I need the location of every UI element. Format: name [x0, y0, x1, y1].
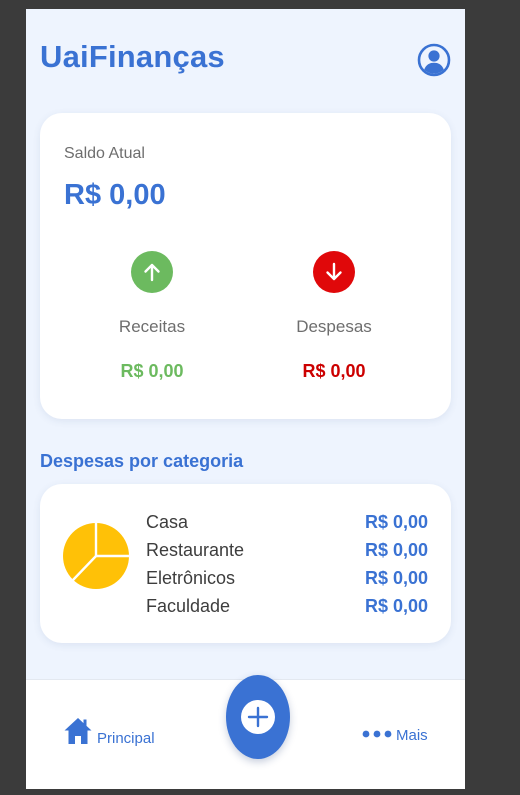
category-value: R$ 0,00: [364, 596, 428, 616]
category-name: Restaurante: [146, 540, 245, 560]
category-value: R$ 0,00: [364, 512, 428, 532]
header: UaiFinanças: [26, 9, 465, 109]
plus-icon: [247, 706, 269, 728]
balance-label: Saldo Atual: [64, 145, 145, 162]
balance-value: R$ 0,00: [64, 179, 166, 211]
category-row[interactable]: Casa R$ 0,00: [146, 508, 428, 536]
expense-icon-circle: [313, 251, 355, 293]
category-value: R$ 0,00: [364, 568, 428, 588]
categories-card: Casa R$ 0,00 Restaurante R$ 0,00 Eletrôn…: [40, 484, 451, 643]
expense-value: R$ 0,00: [302, 361, 366, 381]
category-row[interactable]: Restaurante R$ 0,00: [146, 536, 428, 564]
pie-chart-icon: [63, 523, 129, 589]
expense-label: Despesas: [296, 317, 372, 336]
income-value: R$ 0,00: [120, 361, 184, 381]
nav-more-label: Mais: [396, 727, 428, 744]
categories-title: Despesas por categoria: [40, 451, 244, 471]
category-row[interactable]: Eletrônicos R$ 0,00: [146, 564, 428, 592]
add-transaction-button[interactable]: [226, 675, 290, 759]
fab-inner: [241, 700, 275, 734]
category-name: Eletrônicos: [146, 568, 236, 588]
app-screen: UaiFinanças Saldo Atual R$ 0,00 Receitas…: [26, 9, 465, 789]
category-name: Casa: [146, 512, 189, 532]
category-name: Faculdade: [146, 596, 231, 616]
profile-button[interactable]: [417, 43, 451, 77]
nav-home-label: Principal: [97, 730, 155, 747]
income-summary[interactable]: Receitas R$ 0,00: [77, 251, 227, 382]
nav-home[interactable]: Principal: [63, 716, 155, 747]
expense-summary[interactable]: Despesas R$ 0,00: [259, 251, 409, 382]
income-icon-circle: [131, 251, 173, 293]
app-title: UaiFinanças: [40, 39, 225, 74]
home-icon: [64, 718, 92, 744]
arrow-down-icon: [326, 262, 342, 281]
category-value: R$ 0,00: [364, 540, 428, 560]
income-label: Receitas: [118, 317, 186, 336]
nav-more[interactable]: Mais: [362, 725, 428, 744]
more-dots-icon: [362, 730, 392, 738]
balance-card: Saldo Atual R$ 0,00 Receitas R$ 0,00 Des…: [40, 113, 451, 419]
category-list: Casa R$ 0,00 Restaurante R$ 0,00 Eletrôn…: [146, 508, 428, 620]
user-circle-icon: [417, 43, 451, 77]
arrow-up-icon: [144, 263, 160, 282]
category-row[interactable]: Faculdade R$ 0,00: [146, 592, 428, 620]
